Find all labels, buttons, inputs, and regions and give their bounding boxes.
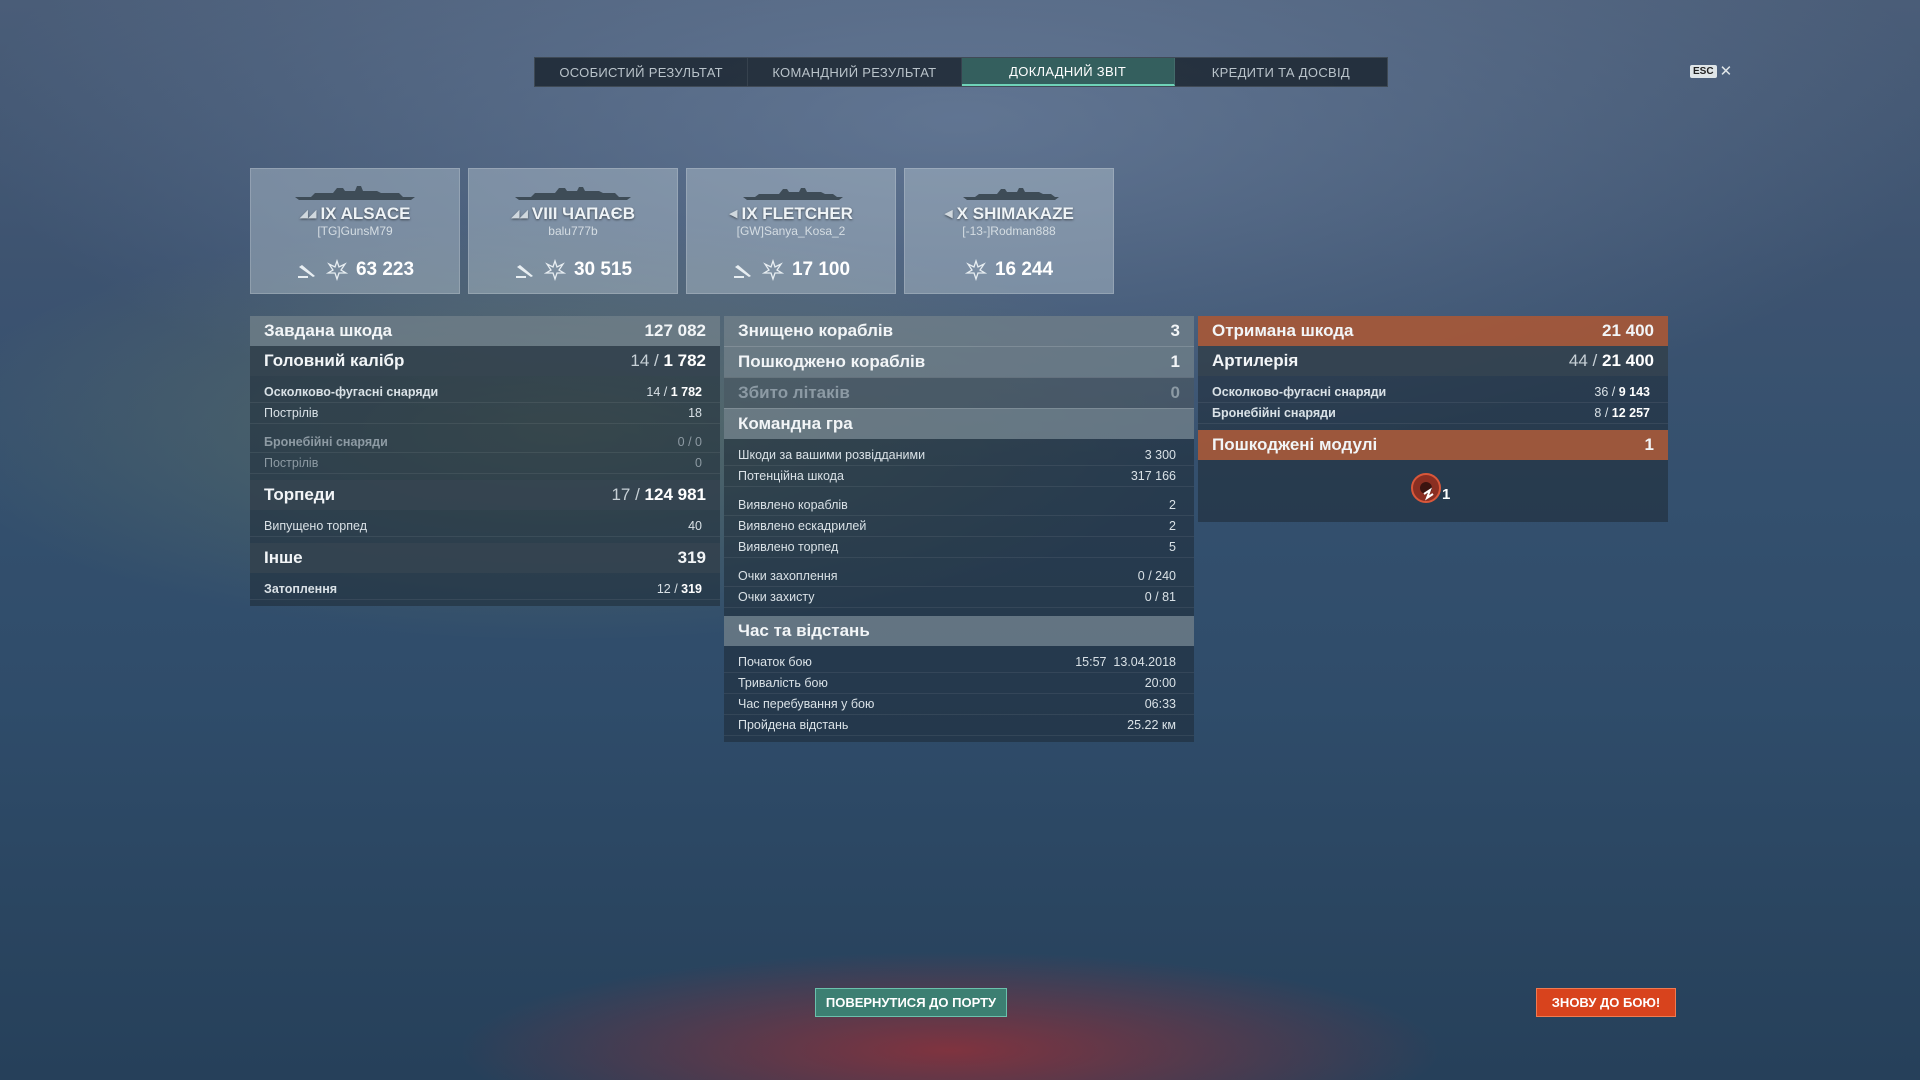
planes-shot-header: Збито літаків 0 [724, 377, 1194, 408]
tab-personal-result[interactable]: ОСОБИСТИЙ РЕЗУЛЬТАТ [535, 58, 749, 86]
torpedoes-header: Торпеди 17 / 124 981 [250, 480, 720, 510]
ship-name: IX ALSACE [320, 204, 411, 223]
ship-card: ◀ X SHIMAKAZE [-13-]Rodman888 16 244 [904, 168, 1114, 294]
stat-row: Очки захисту 0 / 81 [724, 587, 1194, 608]
stat-row: Виявлено ескадрилей 2 [724, 516, 1194, 537]
ship-silhouette-icon [295, 186, 415, 200]
class-cruiser-icon: ◢◢ [510, 208, 528, 220]
class-destroyer-icon: ◀ [729, 208, 738, 220]
stat-row: Час перебування у бою 06:33 [724, 694, 1194, 715]
torpedo-icon [297, 265, 315, 278]
ship-card: ◀ IX FLETCHER [GW]Sanya_Kosa_2 17 100 [686, 168, 896, 294]
ship-card: ◢◢ VIII ЧАПАЄВ balu777b 30 515 [468, 168, 678, 294]
modules-area: 1 [1198, 460, 1668, 522]
ap-shells-row: Бронебійні снаряди 0 / 0 [250, 432, 720, 453]
torpedo-icon [515, 265, 533, 278]
ship-damage-value: 17 100 [791, 259, 851, 280]
battle-again-button[interactable]: ЗНОВУ ДО БОЮ! [1536, 988, 1676, 1017]
torpedoes-launched-row: Випущено торпед 40 [250, 516, 720, 537]
damage-burst-icon [761, 259, 784, 281]
team-panel: Знищено кораблів 3 Пошкоджено кораблів 1… [724, 316, 1194, 742]
time-distance-header: Час та відстань [724, 616, 1194, 646]
ship-name: X SHIMAKAZE [956, 204, 1074, 223]
tab-team-result[interactable]: КОМАНДНИЙ РЕЗУЛЬТАТ [748, 58, 962, 86]
ship-damage-value: 16 244 [994, 259, 1054, 280]
damage-burst-icon [964, 259, 987, 281]
tab-bar: ОСОБИСТИЙ РЕЗУЛЬТАТ КОМАНДНИЙ РЕЗУЛЬТАТ … [534, 57, 1388, 87]
player-name: balu777b [548, 224, 598, 238]
ship-silhouette-icon [963, 188, 1059, 200]
team-play-header: Командна гра [724, 408, 1194, 439]
tab-detailed-report[interactable]: ДОКЛАДНИЙ ЗВІТ [961, 58, 1175, 86]
stat-row: Тривалість бою 20:00 [724, 673, 1194, 694]
stat-row: Пройдена відстань 25.22 км [724, 715, 1194, 736]
damage-burst-icon [325, 259, 348, 281]
class-destroyer-icon: ◀ [944, 208, 953, 220]
flooding-row: Затоплення 12 / 319 [250, 579, 720, 600]
stat-row: Потенційна шкода 317 166 [724, 466, 1194, 487]
stat-row: Виявлено кораблів 2 [724, 495, 1194, 516]
module-count: 1 [1442, 486, 1451, 503]
class-battleship-icon: ◢◢ [299, 208, 317, 220]
player-name: [TG]GunsM79 [317, 224, 393, 238]
ship-name: VIII ЧАПАЄВ [531, 204, 636, 223]
damage-received-header: Отримана шкода 21 400 [1198, 316, 1668, 346]
player-name: [-13-]Rodman888 [962, 224, 1056, 238]
damage-dealt-panel: Завдана шкода 127 082 Головний калібр 14… [250, 316, 720, 606]
other-header: Інше 319 [250, 543, 720, 573]
stat-row: Виявлено торпед 5 [724, 537, 1194, 558]
ship-damage-value: 30 515 [573, 259, 633, 280]
damaged-modules-header: Пошкоджені модулі 1 [1198, 430, 1668, 460]
ships-damaged-header: Пошкоджено кораблів 1 [724, 346, 1194, 377]
esc-key-label: ESC [1690, 64, 1717, 78]
stat-row: Шкоди за вашими розвідданими 3 300 [724, 445, 1194, 466]
main-battery-header: Головний калібр 14 / 1 782 [250, 346, 720, 376]
he-shells-row: Осколково-фугасні снаряди 14 / 1 782 [250, 382, 720, 403]
ap-shots-row: Пострілів 0 [250, 453, 720, 474]
tab-credits-xp[interactable]: КРЕДИТИ ТА ДОСВІД [1175, 58, 1387, 86]
stat-row: Очки захоплення 0 / 240 [724, 566, 1194, 587]
back-to-port-button[interactable]: ПОВЕРНУТИСЯ ДО ПОРТУ [815, 988, 1007, 1017]
ship-silhouette-icon [515, 187, 631, 200]
esc-close-button[interactable]: ESC ✕ [1690, 62, 1732, 80]
ships-destroyed-header: Знищено кораблів 3 [724, 316, 1194, 346]
ap-received-row: Бронебійні снаряди 8 / 12 257 [1198, 403, 1668, 424]
he-shots-row: Пострілів 18 [250, 403, 720, 424]
artillery-header: Артилерія 44 / 21 400 [1198, 346, 1668, 376]
player-name: [GW]Sanya_Kosa_2 [736, 224, 846, 238]
ship-card: ◢◢ IX ALSACE [TG]GunsM79 63 223 [250, 168, 460, 294]
ship-name: IX FLETCHER [741, 204, 853, 223]
he-received-row: Осколково-фугасні снаряди 36 / 9 143 [1198, 382, 1668, 403]
torpedo-icon [733, 265, 751, 278]
ship-silhouette-icon [743, 188, 843, 200]
damage-dealt-header: Завдана шкода 127 082 [250, 316, 720, 346]
damage-burst-icon [543, 259, 566, 281]
damage-received-panel: Отримана шкода 21 400 Артилерія 44 / 21 … [1198, 316, 1668, 522]
ship-damage-value: 63 223 [355, 259, 415, 280]
stat-row: Початок бою 15:57 13.04.2018 [724, 652, 1194, 673]
close-icon: ✕ [1719, 63, 1733, 80]
